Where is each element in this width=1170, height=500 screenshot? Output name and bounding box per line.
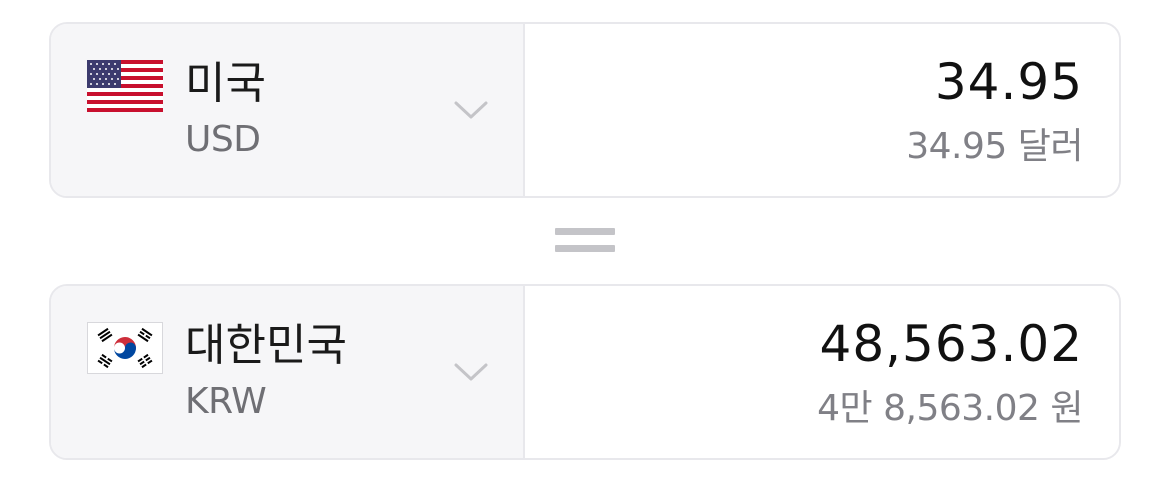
target-amount-field[interactable]: 48,563.02 4만 8,563.02 원	[525, 286, 1119, 458]
target-amount-value: 48,563.02	[819, 315, 1083, 373]
target-currency-card: 대한민국 KRW 48,563.02 4만 8,563.02 원	[49, 284, 1121, 460]
target-amount-readout: 4만 8,563.02 원	[817, 388, 1083, 429]
chevron-down-icon[interactable]	[453, 360, 489, 384]
source-currency-code: USD	[185, 119, 261, 160]
chevron-down-icon[interactable]	[453, 98, 489, 122]
target-country-name: 대한민국	[185, 320, 347, 371]
source-currency-dropdown[interactable]: 미국 USD	[51, 24, 525, 196]
source-amount-value: 34.95	[934, 53, 1083, 111]
equals-bar-bottom	[555, 245, 615, 252]
kr-flag-icon	[87, 322, 163, 374]
source-country-name: 미국	[185, 58, 266, 109]
equals-icon	[555, 228, 615, 254]
source-currency-card: 미국 USD 34.95 34.95 달러	[49, 22, 1121, 198]
us-flag-icon	[87, 60, 163, 112]
source-amount-readout: 34.95 달러	[906, 126, 1083, 167]
target-currency-dropdown[interactable]: 대한민국 KRW	[51, 286, 525, 458]
equals-bar-top	[555, 228, 615, 235]
source-amount-field[interactable]: 34.95 34.95 달러	[525, 24, 1119, 196]
target-currency-code: KRW	[185, 381, 267, 422]
